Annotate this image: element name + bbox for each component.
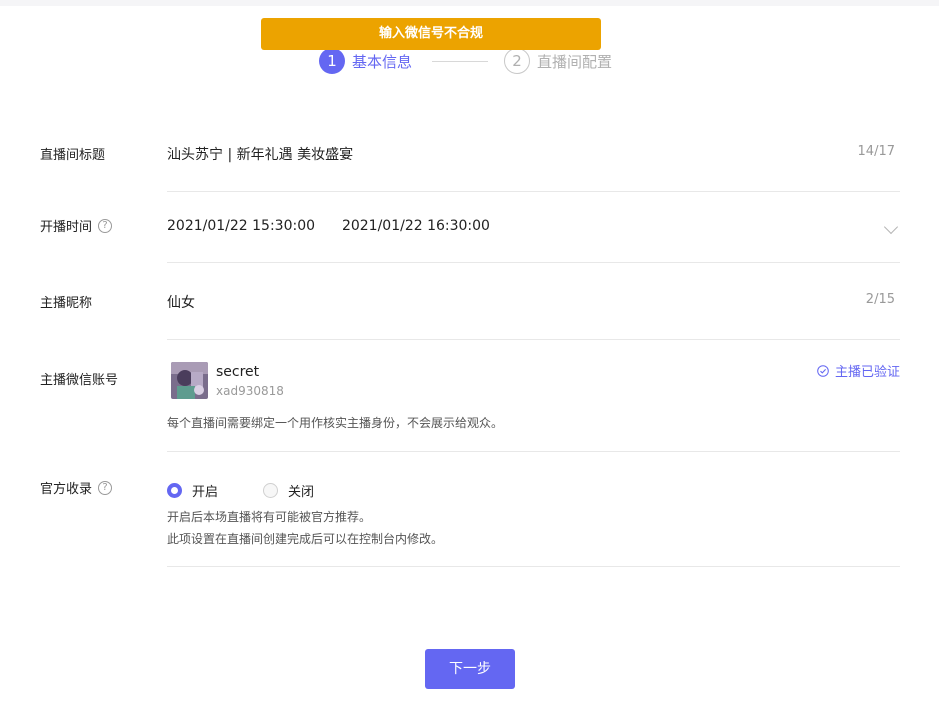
official-label-text: 官方收录 bbox=[40, 482, 93, 497]
time-range-picker[interactable]: 2021/01/22 15:30:00 2021/01/22 16:30:00 bbox=[167, 218, 490, 234]
question-circle-icon[interactable]: ? bbox=[98, 480, 113, 495]
divider bbox=[167, 566, 900, 567]
wechat-hint: 每个直播间需要绑定一个用作核实主播身份，不会展示给观众。 bbox=[167, 416, 504, 430]
stepper: 1 基本信息 2 直播间配置 bbox=[319, 47, 612, 75]
verified-label: 主播已验证 bbox=[834, 365, 900, 380]
nickname-label: 主播昵称 bbox=[40, 292, 92, 311]
wechat-name: secret bbox=[216, 364, 260, 380]
question-circle-icon[interactable]: ? bbox=[98, 218, 113, 233]
step-1-label: 基本信息 bbox=[352, 52, 413, 71]
next-button[interactable]: 下一步 bbox=[425, 649, 515, 689]
radio-on[interactable]: 开启 bbox=[167, 481, 218, 500]
top-bar bbox=[0, 0, 939, 6]
title-label: 直播间标题 bbox=[40, 144, 105, 163]
radio-on-label: 开启 bbox=[192, 485, 219, 500]
official-hint-1: 开启后本场直播将有可能被官方推荐。 bbox=[167, 510, 372, 524]
error-toast: 输入微信号不合规 bbox=[261, 18, 601, 50]
wechat-label-text: 主播微信账号 bbox=[40, 373, 119, 388]
avatar bbox=[171, 362, 208, 399]
end-time: 2021/01/22 16:30:00 bbox=[341, 218, 490, 234]
step-2-number: 2 bbox=[504, 48, 531, 74]
official-hint-2: 此项设置在直播间创建完成后可以在控制台内修改。 bbox=[167, 532, 444, 546]
step-2-label: 直播间配置 bbox=[537, 52, 613, 71]
step-connector bbox=[432, 60, 489, 62]
time-label-text: 开播时间 bbox=[40, 220, 93, 235]
title-counter: 14/17 bbox=[857, 144, 895, 159]
wechat-label: 主播微信账号 bbox=[40, 369, 118, 388]
title-input[interactable]: 汕头苏宁 | 新年礼遇 美妆盛宴 bbox=[167, 144, 353, 164]
radio-button-selected[interactable] bbox=[167, 483, 182, 498]
nickname-input[interactable]: 仙女 bbox=[167, 292, 195, 312]
chevron-down-icon[interactable] bbox=[883, 219, 899, 235]
time-label: 开播时间 ? bbox=[40, 216, 113, 235]
divider bbox=[167, 262, 900, 263]
nickname-counter: 2/15 bbox=[865, 292, 895, 307]
start-time: 2021/01/22 15:30:00 bbox=[167, 218, 316, 234]
check-circle-icon bbox=[817, 364, 829, 377]
divider bbox=[167, 339, 900, 340]
title-label-text: 直播间标题 bbox=[40, 148, 106, 163]
radio-off[interactable]: 关闭 bbox=[263, 481, 314, 500]
divider bbox=[167, 451, 900, 452]
verified-badge: 主播已验证 bbox=[817, 361, 900, 380]
nickname-label-text: 主播昵称 bbox=[40, 296, 93, 311]
step-1-number: 1 bbox=[319, 48, 345, 74]
radio-off-label: 关闭 bbox=[288, 485, 315, 500]
divider bbox=[167, 191, 900, 192]
radio-button-unselected[interactable] bbox=[263, 483, 278, 498]
official-label: 官方收录 ? bbox=[40, 478, 113, 497]
wechat-id: xad930818 bbox=[216, 384, 284, 398]
